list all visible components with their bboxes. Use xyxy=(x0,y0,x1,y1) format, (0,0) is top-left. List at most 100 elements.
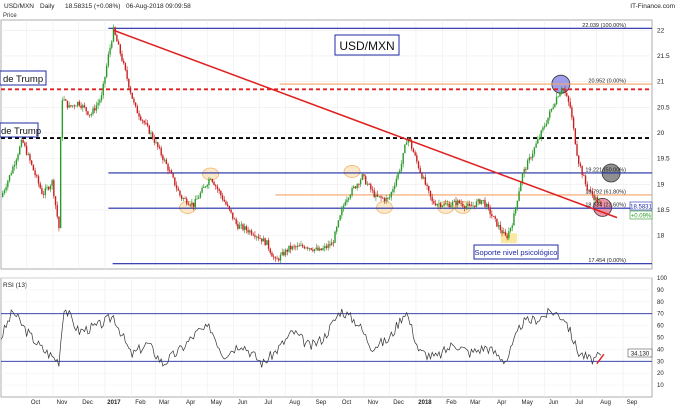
candle-body xyxy=(554,104,556,108)
candle-body xyxy=(216,186,219,190)
candle-body xyxy=(523,169,525,174)
price-y-tick-label: 19 xyxy=(657,181,665,188)
candle-body xyxy=(574,128,577,145)
x-tick-label: Feb xyxy=(446,400,457,406)
x-tick-label: Sep xyxy=(627,400,638,406)
x-tick-label: Mar xyxy=(470,400,480,406)
price-panel-frame xyxy=(0,19,653,270)
candle-body xyxy=(7,180,9,188)
candle-body xyxy=(143,120,145,123)
candle-body xyxy=(54,196,57,206)
candle-body xyxy=(482,199,484,201)
candle-body xyxy=(20,140,23,147)
candle-body xyxy=(104,76,106,84)
candle-body xyxy=(317,247,319,251)
candle-body xyxy=(576,144,578,156)
candle-body xyxy=(572,117,575,129)
candle-body xyxy=(107,54,110,66)
candle-body xyxy=(27,154,29,156)
candle-body xyxy=(504,231,507,236)
candle-body xyxy=(221,195,224,200)
candle-body xyxy=(451,201,454,206)
candle-body xyxy=(124,63,127,70)
candle-body xyxy=(443,203,445,206)
price-axis-label: Price xyxy=(3,13,17,19)
price-y-tick-label: 21 xyxy=(657,79,665,86)
candle-body xyxy=(243,226,246,230)
candle-body xyxy=(286,249,289,252)
candle-body xyxy=(213,181,215,186)
candle-body xyxy=(458,200,461,203)
candle-body xyxy=(8,175,11,181)
candle-body xyxy=(538,137,541,139)
x-tick-label: 2018 xyxy=(418,400,432,406)
candle-body xyxy=(307,247,309,249)
price-y-tick-label: 20.5 xyxy=(657,104,670,111)
candle-body xyxy=(457,200,459,206)
candle-body xyxy=(48,187,50,190)
candle-body xyxy=(375,194,377,198)
candle-body xyxy=(373,190,375,198)
candle-body xyxy=(172,173,174,178)
candle-body xyxy=(593,194,595,200)
candle-body xyxy=(250,230,253,235)
candle-body xyxy=(492,216,495,217)
candle-body xyxy=(300,244,302,246)
candle-body xyxy=(42,193,45,195)
candle-body xyxy=(255,236,258,238)
price-y-tick-label: 18.5 xyxy=(657,207,670,214)
x-tick-label: Oct xyxy=(31,400,41,406)
candle-body xyxy=(518,191,520,201)
candle-body xyxy=(346,199,348,203)
candle-body xyxy=(136,106,139,114)
x-tick-label: May xyxy=(211,400,222,406)
candle-body xyxy=(429,190,432,197)
candle-body xyxy=(279,254,282,261)
candle-body xyxy=(215,185,217,187)
candle-body xyxy=(393,185,396,189)
touch-marker xyxy=(343,165,361,178)
candle-body xyxy=(197,197,200,199)
candle-body xyxy=(330,242,333,246)
candle-body xyxy=(17,154,19,160)
x-tick-label: Dec xyxy=(82,400,93,406)
candle-body xyxy=(252,234,254,236)
candle-body xyxy=(487,203,490,208)
candle-body xyxy=(88,114,91,116)
candle-body xyxy=(199,192,202,198)
candle-body xyxy=(140,116,142,121)
candle-body xyxy=(337,220,340,228)
candle-body xyxy=(228,205,231,210)
candle-body xyxy=(400,163,403,171)
candle-body xyxy=(117,41,120,45)
candle-body xyxy=(359,179,362,185)
candle-body xyxy=(521,173,524,183)
candle-body xyxy=(73,105,75,107)
rsi-y-tick-label: 50 xyxy=(657,336,664,342)
candle-body xyxy=(501,230,503,234)
candle-body xyxy=(569,101,571,108)
candle-body xyxy=(153,138,156,143)
candle-body xyxy=(438,203,440,205)
candle-body xyxy=(61,100,64,139)
candle-body xyxy=(100,95,103,101)
candle-body xyxy=(424,177,427,185)
candle-body xyxy=(71,105,74,107)
candle-body xyxy=(366,183,369,185)
candle-body xyxy=(245,226,248,231)
candle-body xyxy=(520,182,522,192)
candle-body xyxy=(19,146,21,155)
rsi-y-tick-label: 20 xyxy=(657,371,664,377)
candle-body xyxy=(68,105,70,108)
candle-body xyxy=(566,93,568,97)
rsi-y-tick-label: 90 xyxy=(657,288,664,294)
candle-body xyxy=(397,172,399,179)
candle-body xyxy=(36,175,38,177)
candle-body xyxy=(56,205,58,217)
candle-body xyxy=(312,249,314,251)
rsi-title: RSI (13) xyxy=(3,282,27,289)
candle-body xyxy=(460,202,462,204)
candle-body xyxy=(310,248,312,250)
x-tick-label: 2017 xyxy=(107,400,121,406)
rsi-y-tick-label: 70 xyxy=(657,312,664,318)
